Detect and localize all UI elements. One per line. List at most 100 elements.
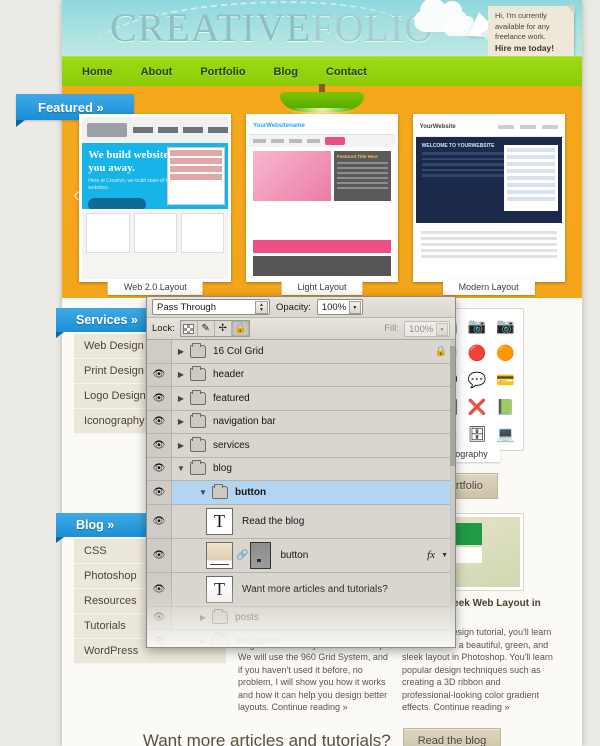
fill-label: Fill:	[384, 323, 399, 334]
visibility-toggle[interactable]: 👁	[147, 410, 172, 433]
all-lock-icon[interactable]: 🔒	[231, 321, 249, 336]
chevron-down-icon[interactable]: ▼	[172, 464, 190, 473]
featured-caption-3: Modern Layout	[442, 279, 535, 295]
visibility-toggle[interactable]: 👁	[147, 504, 172, 538]
grid-icon: 💳	[496, 371, 516, 389]
layer-mask-thumbnail[interactable]	[250, 541, 272, 569]
brush-lock-icon[interactable]: ✎	[198, 321, 215, 336]
chevron-down-icon: ▼	[436, 322, 448, 336]
visibility-toggle[interactable]: 👁	[147, 340, 172, 363]
chevron-down-icon[interactable]: ▼	[194, 488, 212, 497]
layer-row-header[interactable]: 👁 ▶ header	[147, 363, 455, 387]
layer-row-read-the-blog[interactable]: 👁 T Read the blog	[147, 504, 455, 539]
main-navigation: Home About Portfolio Blog Contact	[62, 56, 582, 86]
featured-item-1[interactable]: We build websites that blow you away. He…	[79, 114, 232, 295]
layer-row-button-pixel[interactable]: 👁 🔗 button fx ▼	[147, 538, 455, 573]
position-lock-icon[interactable]: ✢	[215, 321, 232, 336]
fx-icon[interactable]: fx	[427, 549, 441, 561]
lock-icon: 🔒	[434, 345, 447, 357]
bottom-cta: Want more articles and tutorials? Read t…	[62, 727, 582, 746]
eye-icon: 👁	[152, 612, 166, 624]
read-the-blog-button[interactable]: Read the blog	[402, 727, 502, 746]
lock-buttons: ✎ ✢ 🔒	[179, 320, 250, 337]
fill-value: 100%	[409, 323, 434, 335]
link-icon[interactable]: 🔗	[236, 550, 248, 561]
eye-icon: 👁	[152, 583, 166, 595]
nav-item-portfolio[interactable]: Portfolio	[200, 66, 245, 78]
note-line-2: available for any	[495, 21, 550, 31]
layer-row-services[interactable]: 👁 ▶ services	[147, 434, 455, 458]
chevron-right-icon[interactable]: ▶	[172, 394, 190, 403]
chevron-right-icon[interactable]: ▶	[194, 613, 212, 622]
chevron-right-icon[interactable]: ▶	[172, 370, 190, 379]
layer-row-want-more-articles[interactable]: 👁 T Want more articles and tutorials?	[147, 572, 455, 607]
folder-icon	[190, 436, 206, 452]
blend-mode-value: Pass Through	[157, 302, 216, 313]
visibility-toggle[interactable]: 👁	[147, 538, 172, 572]
layer-name: featured	[213, 392, 250, 404]
grid-icon: 📷	[467, 317, 487, 335]
visibility-toggle[interactable]: 👁	[147, 457, 172, 480]
chevron-right-icon[interactable]: ▶	[172, 347, 190, 356]
chevron-right-icon[interactable]: ▶	[194, 637, 212, 646]
blend-mode-select[interactable]: Pass Through ▲ ▼	[152, 299, 270, 315]
layer-row-posts[interactable]: 👁 ▶ posts	[147, 606, 455, 630]
opacity-input[interactable]: 100% ▼	[316, 299, 363, 315]
visibility-toggle[interactable]: 👁	[147, 481, 172, 504]
visibility-toggle[interactable]: 👁	[147, 606, 172, 629]
nav-item-blog[interactable]: Blog	[274, 66, 298, 78]
nav-item-contact[interactable]: Contact	[326, 66, 367, 78]
eye-icon: 👁	[152, 369, 166, 381]
layers-list[interactable]: 👁 ▶ 16 Col Grid 🔒 👁 ▶ header 👁 ▶ feature…	[147, 340, 455, 647]
folder-icon	[190, 389, 206, 405]
note-line-1: Hi, I'm currently	[495, 11, 547, 20]
opacity-value: 100%	[321, 302, 347, 313]
site-logo[interactable]: CREATIVEFOLIO	[110, 2, 434, 54]
layer-name: services	[213, 439, 250, 451]
layer-row-button-group[interactable]: 👁 ▼ button	[147, 481, 455, 505]
visibility-toggle[interactable]: 👁	[147, 434, 172, 457]
fill-group: Fill: 100% ▼	[384, 320, 450, 337]
scrollbar-thumb[interactable]	[450, 346, 455, 466]
folder-icon	[190, 342, 206, 358]
layer-name: navigation	[235, 635, 281, 647]
eye-icon: 👁	[152, 416, 166, 428]
chevron-right-icon[interactable]: ▶	[172, 417, 190, 426]
featured-item-2[interactable]: YourWebsitename Featured Title Here Ligh…	[245, 114, 398, 295]
grid-icon: 📗	[496, 398, 516, 416]
layer-row-16-col-grid[interactable]: 👁 ▶ 16 Col Grid 🔒	[147, 340, 455, 364]
chevron-down-icon[interactable]: ▼	[348, 301, 361, 314]
layer-row-navigation[interactable]: 👁 ▶ navigation	[147, 630, 455, 647]
blend-opacity-row: Pass Through ▲ ▼ Opacity: 100% ▼	[147, 297, 455, 318]
visibility-toggle[interactable]: 👁	[147, 387, 172, 410]
layer-name: blog	[213, 463, 232, 475]
layer-name: Read the blog	[242, 515, 305, 527]
visibility-toggle[interactable]: 👁	[147, 572, 172, 606]
grid-icon: 🟠	[496, 344, 516, 362]
visibility-toggle[interactable]: 👁	[147, 363, 172, 386]
nav-item-about[interactable]: About	[141, 66, 173, 78]
transparency-lock-icon[interactable]	[181, 321, 198, 336]
visibility-toggle[interactable]: 👁	[147, 630, 172, 647]
layer-row-blog[interactable]: 👁 ▼ blog	[147, 457, 455, 481]
grid-icon: 🗄	[467, 425, 487, 443]
layer-row-navigation-bar[interactable]: 👁 ▶ navigation bar	[147, 410, 455, 434]
layer-name: button	[280, 549, 309, 561]
folder-icon	[190, 366, 206, 382]
panel-scrollbar[interactable]	[450, 340, 455, 647]
layer-row-featured[interactable]: 👁 ▶ featured	[147, 387, 455, 411]
folder-icon	[212, 609, 228, 625]
eye-icon: 👁	[152, 463, 166, 475]
grid-icon: 💻	[496, 425, 516, 443]
layer-name: button	[235, 486, 267, 498]
chevron-right-icon[interactable]: ▶	[172, 441, 190, 450]
featured-item-3[interactable]: YourWebsite WELCOME TO YOURWEBSITE Moder…	[412, 114, 565, 295]
nav-item-home[interactable]: Home	[82, 66, 113, 78]
blend-mode-stepper-icon[interactable]: ▲ ▼	[255, 301, 268, 314]
note-cta: Hire me today!	[495, 42, 555, 53]
photoshop-layers-panel[interactable]: Pass Through ▲ ▼ Opacity: 100% ▼ Lock: ✎ …	[146, 296, 456, 648]
eye-icon: 👁	[152, 515, 166, 527]
featured-caption-1: Web 2.0 Layout	[107, 279, 203, 295]
layer-name: navigation bar	[213, 416, 276, 428]
featured-screenshot-2: YourWebsitename Featured Title Here	[248, 117, 395, 279]
